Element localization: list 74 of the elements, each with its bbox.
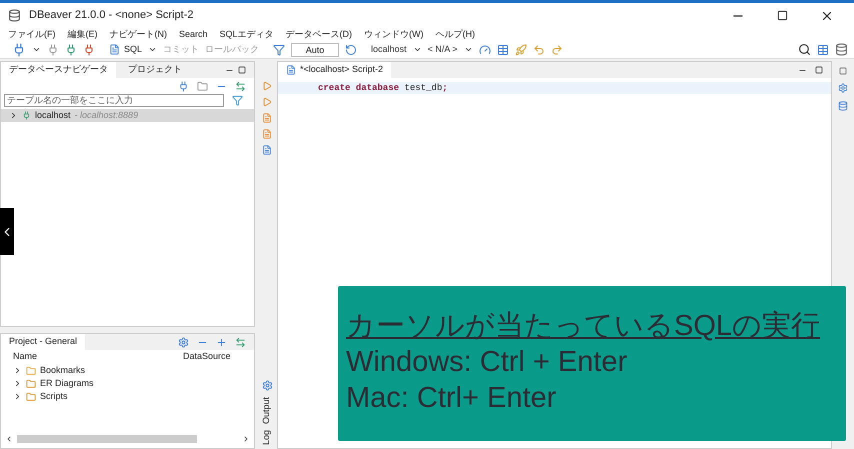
- connection-detail: - localhost:8889: [74, 108, 138, 122]
- add-icon[interactable]: [216, 336, 227, 348]
- menu-item[interactable]: ファイル(F): [8, 28, 56, 42]
- database-icon[interactable]: [838, 101, 848, 111]
- gauge-icon[interactable]: [478, 44, 491, 56]
- side-tab[interactable]: Output: [260, 396, 274, 424]
- folder-name: Scripts: [40, 390, 68, 403]
- maximize-icon[interactable]: [238, 66, 246, 74]
- column-header[interactable]: DataSource: [183, 350, 254, 364]
- caption-title: カーソルが当たっているSQLの実行: [346, 309, 822, 344]
- window-title: DBeaver 21.0.0 - <none> Script-2: [29, 8, 194, 24]
- plug-icon[interactable]: [47, 44, 59, 56]
- connect-plug-icon[interactable]: [12, 42, 26, 56]
- scroll-left-icon[interactable]: [5, 435, 13, 443]
- caption-line: Mac: Ctrl+ Enter: [346, 381, 558, 416]
- dropdown-icon[interactable]: [412, 45, 422, 54]
- dropdown-icon[interactable]: [464, 45, 473, 54]
- transaction-mode-field[interactable]: Auto: [291, 42, 340, 56]
- gear-icon[interactable]: [262, 380, 272, 391]
- panel-tab[interactable]: プロジェクト: [120, 62, 190, 78]
- panel-tab[interactable]: Project - General: [1, 334, 86, 350]
- plug-icon[interactable]: [65, 44, 77, 56]
- menu-item[interactable]: Search: [179, 28, 208, 42]
- table-icon[interactable]: [496, 44, 509, 56]
- panel-tab[interactable]: データベースナビゲータ: [1, 62, 116, 78]
- script-icon[interactable]: [262, 145, 272, 155]
- connection-selector[interactable]: localhost: [371, 42, 407, 56]
- folder-icon: [26, 366, 36, 376]
- search-icon[interactable]: [798, 43, 811, 56]
- maximize-icon[interactable]: [815, 66, 823, 74]
- scrollbar-thumb[interactable]: [17, 435, 197, 443]
- rocket-icon[interactable]: [514, 44, 527, 56]
- tree-item[interactable]: Bookmarks: [1, 364, 254, 377]
- menu-item[interactable]: ヘルプ(H): [436, 28, 476, 42]
- menu-item[interactable]: SQLエディタ: [220, 28, 274, 42]
- plug-icon: [22, 111, 31, 120]
- menu-item[interactable]: ウィンドウ(W): [364, 28, 424, 42]
- connection-name: localhost: [35, 108, 71, 122]
- column-header[interactable]: Name: [1, 350, 183, 364]
- history-icon[interactable]: [345, 44, 358, 56]
- script-icon[interactable]: [262, 129, 272, 139]
- gear-icon[interactable]: [178, 336, 189, 348]
- back-arrow-icon[interactable]: [532, 44, 545, 56]
- side-tab[interactable]: Log: [260, 430, 274, 445]
- expand-icon[interactable]: [9, 111, 18, 120]
- maximize-icon[interactable]: [777, 10, 788, 21]
- tree-item[interactable]: localhost - localhost:8889: [1, 109, 254, 122]
- folder-icon: [26, 392, 36, 402]
- connect-plug-icon[interactable]: [178, 80, 189, 92]
- filter-field[interactable]: テーブル名の一部をここに入力: [4, 94, 224, 107]
- previous-button[interactable]: [0, 208, 14, 255]
- script-icon: [286, 65, 296, 75]
- menu-item[interactable]: ナビゲート(N): [110, 28, 167, 42]
- scroll-right-icon[interactable]: [242, 435, 250, 443]
- folder-icon: [26, 378, 36, 388]
- dropdown-icon[interactable]: [32, 45, 41, 54]
- tree-item[interactable]: Scripts: [1, 390, 254, 403]
- tree-item[interactable]: ER Diagrams: [1, 377, 254, 390]
- app-logo-icon: [8, 9, 21, 22]
- menu-item[interactable]: データベース(D): [286, 28, 352, 42]
- settings-icon[interactable]: [838, 83, 848, 93]
- filter-icon[interactable]: [232, 95, 243, 106]
- dropdown-icon[interactable]: [148, 45, 158, 54]
- script-icon: [109, 44, 120, 55]
- menu-item[interactable]: 編集(E): [68, 28, 98, 42]
- editor-tab[interactable]: *<localhost> Script-2: [278, 62, 392, 78]
- folder-icon[interactable]: [197, 80, 208, 92]
- forward-arrow-icon[interactable]: [550, 44, 563, 56]
- caption-line: Windows: Ctrl + Enter: [346, 345, 628, 380]
- schema-selector[interactable]: < N/A >: [428, 42, 458, 56]
- folder-name: Bookmarks: [40, 364, 86, 377]
- script-icon[interactable]: [262, 113, 272, 123]
- folder-name: ER Diagrams: [40, 376, 94, 390]
- sql-button[interactable]: SQL: [109, 42, 142, 56]
